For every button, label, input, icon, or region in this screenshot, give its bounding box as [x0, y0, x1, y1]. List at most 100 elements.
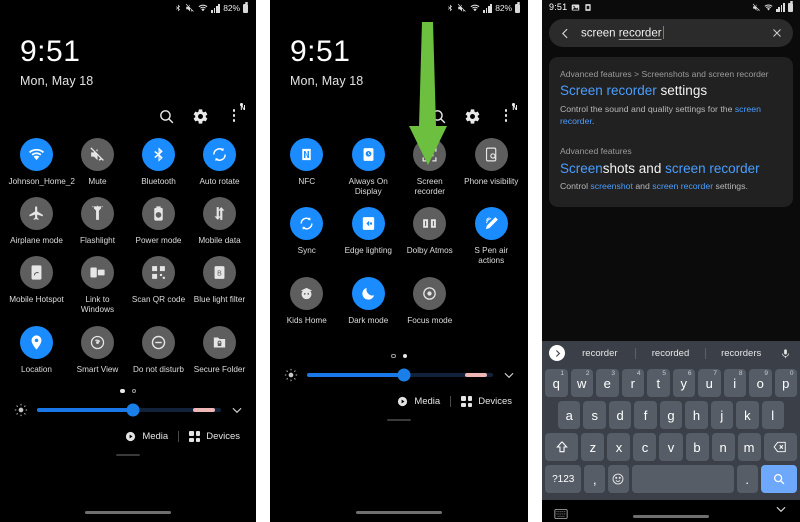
key-a[interactable]: a [558, 401, 581, 429]
key-t[interactable]: t5 [647, 369, 670, 397]
key-p[interactable]: p0 [774, 369, 797, 397]
tile-mobile-data[interactable]: Mobile data [189, 196, 250, 246]
tile-do-not-disturb[interactable]: Do not disturb [128, 325, 189, 375]
page-dot-1[interactable] [391, 353, 396, 359]
tile-power-mode[interactable]: Power mode [128, 196, 189, 246]
key-w[interactable]: w2 [570, 369, 593, 397]
key-period[interactable]: . [736, 465, 758, 493]
key-o[interactable]: o9 [749, 369, 772, 397]
key-m[interactable]: m [737, 433, 761, 461]
home-pill[interactable] [633, 515, 709, 518]
tile-sync[interactable]: Sync [276, 207, 338, 267]
search-icon[interactable] [430, 108, 446, 124]
chevron-right-icon[interactable] [549, 345, 565, 361]
tile-auto-rotate[interactable]: Auto rotate [189, 137, 250, 187]
divider [450, 396, 452, 408]
key-comma[interactable]: , [584, 465, 606, 493]
tile-location[interactable]: Location [6, 325, 67, 375]
tile-always-on-display[interactable]: Always On Display [338, 137, 400, 198]
key-z[interactable]: z [581, 433, 605, 461]
key-search-enter[interactable] [760, 465, 797, 493]
key-f[interactable]: f [634, 401, 657, 429]
key-y[interactable]: y6 [672, 369, 695, 397]
media-button[interactable]: Media [125, 431, 168, 442]
tile-link-to-windows[interactable]: Link to Windows [67, 256, 128, 316]
chevron-down-icon[interactable] [230, 403, 244, 417]
suggestion-2[interactable]: recorded [636, 348, 706, 359]
chevron-down-icon[interactable] [774, 502, 788, 521]
tile-smart-view[interactable]: Smart View [67, 325, 128, 375]
backspace-icon[interactable] [763, 433, 797, 461]
chevron-down-icon[interactable] [502, 368, 516, 382]
tile-airplane-mode[interactable]: Airplane mode [6, 196, 67, 246]
tile-kids-home[interactable]: Kids Home [276, 276, 338, 326]
tile-dark-mode[interactable]: Dark mode [338, 276, 400, 326]
tile-mobile-hotspot[interactable]: Mobile Hotspot [6, 256, 67, 316]
close-icon[interactable] [771, 27, 783, 39]
tile-screen-recorder[interactable]: Screen recorder [399, 137, 461, 198]
key-i[interactable]: i8 [723, 369, 746, 397]
tile-wifi[interactable]: Johnson_Home_2 [6, 137, 75, 187]
search-result-item[interactable]: Advanced features > Screenshots and scre… [560, 69, 782, 127]
key-g[interactable]: g [659, 401, 683, 429]
key-s[interactable]: s [583, 401, 606, 429]
tile-blue-light-filter[interactable]: B Blue light filter [189, 256, 250, 316]
key-c[interactable]: c [633, 433, 657, 461]
always-on-display-icon [351, 137, 385, 171]
home-pill[interactable] [85, 510, 171, 514]
tile-dolby-atmos[interactable]: Dolby Atmos [399, 207, 461, 267]
home-pill[interactable] [356, 510, 442, 514]
tile-s-pen-air-actions[interactable]: S Pen air actions [461, 207, 523, 267]
brightness-row [270, 358, 528, 382]
key-l[interactable]: l [761, 401, 784, 429]
page-dot-1[interactable] [120, 388, 125, 394]
drag-handle[interactable] [387, 419, 411, 422]
brightness-slider[interactable] [37, 403, 221, 417]
key-u[interactable]: u7 [698, 369, 721, 397]
devices-button[interactable]: Devices [189, 431, 240, 443]
key-h[interactable]: h [685, 401, 708, 429]
key-v[interactable]: v [659, 433, 683, 461]
tile-bluetooth[interactable]: Bluetooth [128, 137, 189, 187]
kebab-menu-icon[interactable]: N [498, 103, 517, 122]
key-e[interactable]: e3 [596, 369, 619, 397]
key-k[interactable]: k [736, 401, 759, 429]
phone-visibility-icon [474, 137, 508, 171]
gear-icon[interactable] [464, 108, 480, 124]
key-x[interactable]: x [607, 433, 631, 461]
key-j[interactable]: j [710, 401, 734, 429]
kebab-menu-icon[interactable]: N [226, 103, 245, 122]
search-icon[interactable] [158, 108, 174, 124]
emoji-icon[interactable] [608, 465, 629, 493]
suggestion-1[interactable]: recorder [565, 348, 635, 359]
tile-mute[interactable]: Mute [67, 137, 128, 187]
microphone-icon[interactable] [780, 347, 793, 360]
key-space[interactable] [631, 465, 734, 493]
key-b[interactable]: b [685, 433, 709, 461]
tile-phone-visibility[interactable]: Phone visibility [461, 137, 523, 198]
media-button[interactable]: Media [397, 396, 440, 407]
suggestion-3[interactable]: recorders [706, 348, 776, 359]
battery-icon [243, 2, 248, 13]
tile-edge-lighting[interactable]: Edge lighting [338, 207, 400, 267]
tile-nfc[interactable]: NFC [276, 137, 338, 198]
search-result-item[interactable]: Advanced features Screenshots and screen… [560, 146, 782, 192]
brightness-slider[interactable] [307, 368, 493, 382]
key-q[interactable]: q1 [545, 369, 568, 397]
keyboard-icon[interactable] [554, 506, 568, 519]
key-r[interactable]: r4 [621, 369, 644, 397]
shift-arrow-icon[interactable] [545, 433, 579, 461]
search-input[interactable]: screen recorder [581, 26, 762, 40]
drag-handle[interactable] [116, 454, 140, 457]
tile-scan-qr-code[interactable]: Scan QR code [128, 256, 189, 316]
key-d[interactable]: d [608, 401, 632, 429]
key-symbols[interactable]: ?123 [545, 465, 582, 493]
devices-button[interactable]: Devices [461, 396, 512, 408]
tile-secure-folder[interactable]: Secure Folder [189, 325, 250, 375]
tile-focus-mode[interactable]: Focus mode [399, 276, 461, 326]
key-n[interactable]: n [711, 433, 735, 461]
back-chevron-icon[interactable] [559, 27, 572, 40]
gear-icon[interactable] [192, 108, 208, 124]
tile-flashlight[interactable]: Flashlight [67, 196, 128, 246]
search-bar[interactable]: screen recorder [549, 19, 793, 47]
